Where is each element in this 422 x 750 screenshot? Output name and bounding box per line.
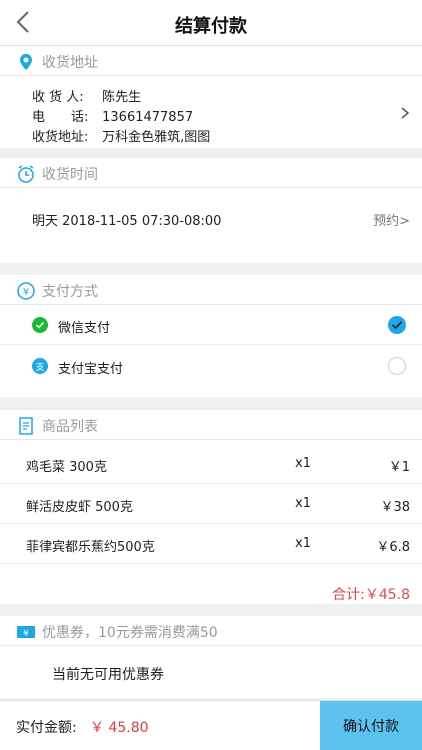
header-bar: 结算付款 bbox=[0, 0, 422, 46]
product-row: 鸡毛菜 300克 x1 ￥1 bbox=[0, 444, 422, 484]
location-pin-icon bbox=[20, 54, 32, 70]
svg-text:支: 支 bbox=[35, 361, 44, 373]
product-list-header: 商品列表 bbox=[0, 410, 422, 440]
wechat-pay-icon bbox=[32, 317, 48, 333]
product-row: 鲜活皮皮虾 500克 x1 ￥38 bbox=[0, 484, 422, 524]
product-qty: x1 bbox=[295, 496, 311, 511]
alipay-radio[interactable] bbox=[388, 357, 406, 375]
delivery-time-section: 收货时间 明天 2018-11-05 07:30-08:00 预约> bbox=[0, 158, 422, 263]
delivery-time-title: 收货时间 bbox=[42, 167, 98, 183]
receiver-value: 陈先生 bbox=[102, 90, 142, 105]
address-row: 收货地址: 万科金色雅筑,图图 bbox=[32, 126, 210, 145]
product-price: ￥38 bbox=[380, 500, 410, 515]
svg-text:¥: ¥ bbox=[23, 287, 29, 298]
alipay-label: 支付宝支付 bbox=[58, 362, 124, 377]
coupon-section[interactable]: ¥ 优惠券，10元券需消费满50 当前无可用优惠券 bbox=[0, 616, 422, 698]
address-section-title: 收货地址 bbox=[42, 55, 98, 71]
product-name: 鲜活皮皮虾 500克 bbox=[26, 500, 133, 515]
alipay-icon: 支 bbox=[32, 358, 48, 374]
coupon-empty-text: 当前无可用优惠券 bbox=[52, 667, 164, 683]
svg-text:¥: ¥ bbox=[23, 629, 29, 639]
coupon-section-header: ¥ 优惠券，10元券需消费满50 bbox=[0, 616, 422, 646]
address-value: 万科金色雅筑,图图 bbox=[102, 130, 211, 145]
product-row: 菲律宾都乐蕉约500克 x1 ￥6.8 bbox=[0, 524, 422, 564]
delivery-time-value: 明天 2018-11-05 07:30-08:00 bbox=[32, 214, 222, 229]
checkout-footer: 实付金额: ￥ 45.80 确认付款 bbox=[0, 700, 422, 750]
wechat-pay-radio[interactable] bbox=[388, 316, 406, 334]
address-section-header: 收货地址 bbox=[0, 46, 422, 76]
payment-option-alipay[interactable]: 支 支付宝支付 bbox=[0, 346, 422, 386]
wechat-pay-label: 微信支付 bbox=[58, 321, 111, 336]
product-qty: x1 bbox=[295, 536, 311, 551]
payment-section-header: ¥ 支付方式 bbox=[0, 275, 422, 305]
document-list-icon bbox=[19, 417, 33, 435]
chevron-right-icon[interactable] bbox=[400, 106, 410, 120]
reserve-link[interactable]: 预约> bbox=[373, 210, 410, 229]
product-list-title: 商品列表 bbox=[42, 419, 98, 435]
yen-circle-icon: ¥ bbox=[17, 282, 35, 300]
coupon-ticket-icon: ¥ bbox=[17, 626, 35, 639]
phone-row: 电 话: 13661477857 bbox=[32, 106, 193, 125]
phone-label: 电 话: bbox=[32, 110, 89, 125]
product-name: 鸡毛菜 300克 bbox=[26, 460, 107, 475]
coupon-section-title: 优惠券，10元券需消费满50 bbox=[42, 625, 218, 641]
delivery-time-header: 收货时间 bbox=[0, 158, 422, 188]
product-name: 菲律宾都乐蕉约500克 bbox=[26, 540, 155, 555]
product-price: ￥6.8 bbox=[376, 540, 410, 555]
pay-amount-label: 实付金额: bbox=[16, 720, 77, 736]
check-icon bbox=[391, 321, 403, 330]
address-label: 收货地址: bbox=[32, 130, 89, 145]
receiver-row: 收 货 人: 陈先生 bbox=[32, 86, 141, 105]
phone-value: 13661477857 bbox=[102, 110, 194, 125]
page-title: 结算付款 bbox=[175, 16, 247, 37]
payment-section-title: 支付方式 bbox=[42, 284, 98, 300]
product-list-section: 商品列表 鸡毛菜 300克 x1 ￥1 鲜活皮皮虾 500克 x1 ￥38 菲律… bbox=[0, 410, 422, 604]
product-qty: x1 bbox=[295, 456, 311, 471]
confirm-pay-button[interactable]: 确认付款 bbox=[320, 701, 422, 750]
payment-section: ¥ 支付方式 微信支付 支 支付宝支付 bbox=[0, 275, 422, 397]
product-price: ￥1 bbox=[388, 460, 410, 475]
alarm-clock-icon bbox=[18, 165, 34, 183]
receiver-label: 收 货 人: bbox=[32, 90, 84, 105]
address-section[interactable]: 收货地址 收 货 人: 陈先生 电 话: 13661477857 收货地址: 万… bbox=[0, 46, 422, 148]
order-total: 合计:￥45.8 bbox=[332, 587, 410, 603]
pay-amount-value: ￥ 45.80 bbox=[90, 720, 149, 736]
payment-option-wechat[interactable]: 微信支付 bbox=[0, 305, 422, 345]
